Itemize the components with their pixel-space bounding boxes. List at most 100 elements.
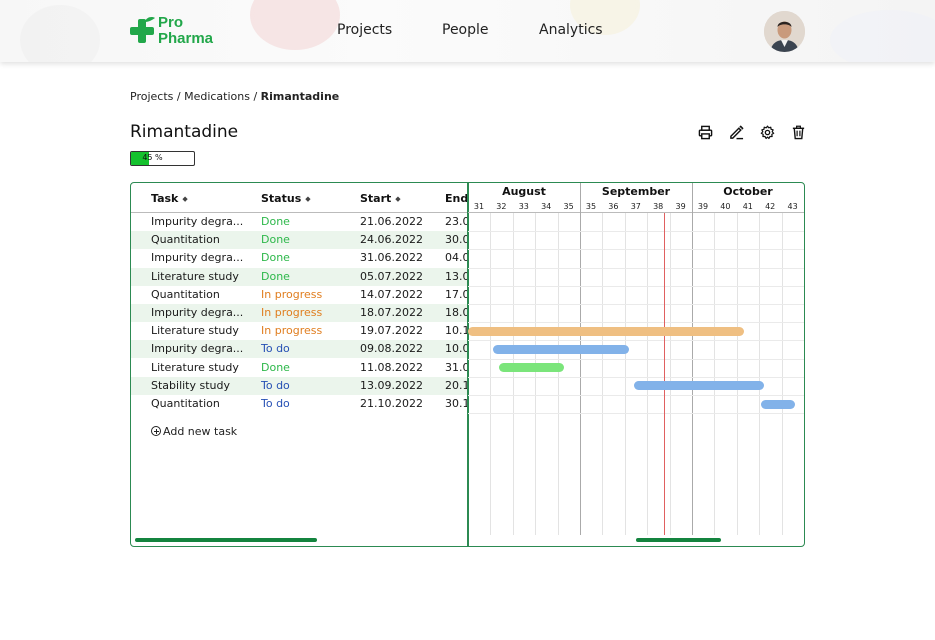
sort-icon: ◆ [182,195,188,203]
nav-projects[interactable]: Projects [337,22,392,38]
month-header: September [601,185,671,198]
week-grid-line [736,213,738,535]
week-grid-line [512,213,514,535]
top-header: Pro Pharma Projects People Analytics [0,0,935,62]
task-timeline-bar[interactable] [492,344,630,354]
start-date-cell: 21.06.2022 [360,215,423,228]
week-grid-line [759,213,761,535]
week-label: 31 [473,202,485,211]
status-cell: To do [261,342,290,356]
week-grid-line [714,213,716,535]
week-grid-line [490,213,492,535]
month-header: October [723,185,773,198]
week-grid-line [669,213,671,535]
add-task-button[interactable]: Add new task [151,425,237,438]
week-grid-line [647,213,649,535]
row-grid-line [468,285,804,287]
nav-people[interactable]: People [442,22,489,38]
row-grid-line [468,231,804,233]
edit-icon [729,124,744,139]
page-title: Rimantadine [130,122,239,142]
week-label: 34 [541,202,552,211]
task-name-cell: Literature study [151,360,239,374]
status-cell: Done [261,360,290,374]
table-row[interactable]: Impurity degra... In progress 18.07.2022 18… [131,304,468,322]
print-button[interactable] [696,123,714,141]
table-row[interactable]: Literature study Done 11.08.2022 31.08.2022 [131,359,468,377]
gantt-header-divider [468,212,804,213]
column-header-task[interactable]: Task ◆ [151,192,188,205]
table-row[interactable]: Quantitation Done 24.06.2022 30.06.2022 [131,231,468,250]
task-name-cell: Quantitation [151,233,220,247]
task-timeline-bar[interactable] [761,399,796,409]
table-row[interactable]: Impurity degra... Done 21.06.2022 23.06.202… [131,213,468,231]
table-row[interactable]: Quantitation In progress 14.07.2022 17.07.2… [131,286,468,304]
settings-button[interactable] [758,123,776,141]
week-label: 39 [697,202,709,211]
breadcrumb-separator: / [249,90,261,103]
table-row[interactable]: Quantitation To do 21.10.2022 30.10.2022 [131,395,468,413]
task-timeline-bar[interactable] [499,363,565,373]
column-header-end[interactable]: End [445,192,468,205]
end-date-cell: 20.10.2022 [445,378,468,392]
week-label: 40 [720,202,731,211]
table-row[interactable]: Impurity degra... Done 31.06.2022 04.07.202… [131,249,468,267]
project-progress-bar: 45 % [130,151,195,166]
table-row[interactable]: Stability study To do 13.09.2022 20.10.2022 [131,376,468,395]
table-row[interactable]: Literature study Done 05.07.2022 13.07.2022 [131,267,468,286]
table-horizontal-scrollbar[interactable] [135,538,317,542]
task-timeline-bar[interactable] [468,326,744,336]
end-date-cell: 04.07.2022 [445,251,468,265]
week-label: 38 [653,202,664,211]
plus-circle-icon [151,426,161,436]
breadcrumb-projects[interactable]: Projects [130,90,173,103]
brand-logo[interactable]: Pro Pharma [130,14,225,48]
start-date-cell: 24.06.2022 [360,233,423,247]
logo-text-top: Pro [158,14,184,31]
user-avatar[interactable] [764,11,805,52]
week-label: 36 [608,202,619,211]
end-date-cell: 10.10.2022 [445,324,468,338]
nav-analytics[interactable]: Analytics [539,22,603,38]
week-label: 37 [630,202,641,211]
start-date-cell: 21.10.2022 [360,397,423,410]
gantt-horizontal-scrollbar[interactable] [636,538,721,542]
end-date-cell: 23.06.2022 [445,215,468,228]
table-row[interactable]: Impurity degra... To do 09.08.2022 10.09.20… [131,340,468,359]
row-grid-line [468,304,804,305]
printer-icon [698,125,712,139]
status-cell: Done [261,233,290,247]
edit-button[interactable] [727,123,745,141]
week-label: 35 [563,202,574,211]
start-date-cell: 31.06.2022 [360,251,423,265]
end-date-cell: 30.10.2022 [445,397,468,410]
breadcrumb-current: Rimantadine [260,90,340,103]
background-pill-decoration [20,5,100,62]
row-grid-line [468,376,804,378]
week-grid-line [557,213,559,535]
avatar-portrait-icon [764,11,805,52]
task-name-cell: Impurity degra... [151,306,244,319]
week-grid-line [535,213,537,535]
status-cell: Done [261,215,290,228]
table-row[interactable]: Literature study In progress 19.07.2022 10.… [131,322,468,340]
progress-label: 45 % [142,153,163,162]
task-timeline-bar[interactable] [633,381,764,391]
row-grid-line [468,358,804,360]
background-pill-decoration [830,10,935,62]
column-header-status[interactable]: Status ◆ [261,192,311,205]
row-grid-line [468,395,804,396]
task-table: Task ◆ Status ◆ Start ◆ End Impurity degra.… [131,183,468,546]
end-date-cell: 18.07.2022 [445,306,468,319]
gear-icon [760,125,774,139]
row-grid-line [468,249,804,251]
week-label: 33 [518,202,529,211]
week-grid-line [602,213,604,535]
delete-button[interactable] [789,123,807,141]
week-label: 41 [742,202,753,211]
start-date-cell: 09.08.2022 [360,342,423,356]
week-grid-line [781,213,783,535]
start-date-cell: 19.07.2022 [360,324,423,338]
breadcrumb-medications[interactable]: Medications [184,90,250,103]
column-header-start[interactable]: Start ◆ [360,192,401,205]
